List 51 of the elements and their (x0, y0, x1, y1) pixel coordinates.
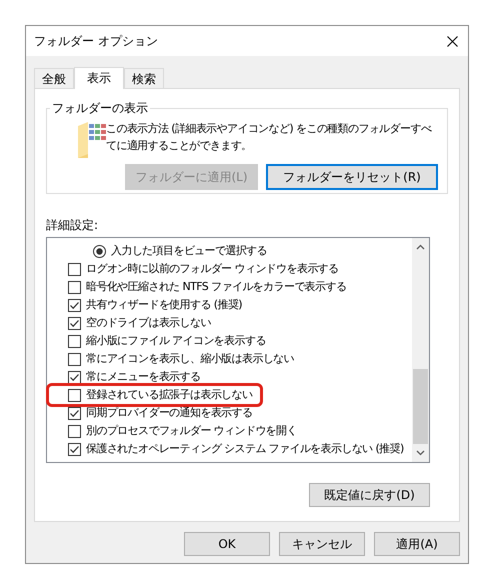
checkbox[interactable] (68, 370, 81, 384)
checkbox[interactable] (68, 334, 81, 348)
checkbox[interactable] (68, 262, 81, 276)
dialog-button[interactable]: OK (184, 532, 270, 556)
item-label: ログオン時に以前のフォルダー ウィンドウを表示する (86, 260, 338, 277)
item-label: 常にアイコンを表示し、縮小版は表示しない (86, 350, 294, 367)
close-icon[interactable] (447, 36, 458, 46)
settings-item[interactable]: 常にメニューを表示する (47, 368, 412, 386)
scroll-thumb[interactable] (413, 369, 428, 444)
item-label: 暗号化や圧縮された NTFS ファイルをカラーで表示する (86, 278, 346, 295)
tab[interactable]: 表示 (74, 67, 124, 89)
tab[interactable]: 全般 (34, 68, 74, 88)
checkbox[interactable] (68, 406, 81, 420)
settings-item[interactable]: 登録されている拡張子は表示しない (49, 386, 260, 404)
item-label: 空のドライブは表示しない (86, 314, 211, 331)
checkbox[interactable] (68, 316, 81, 330)
settings-item[interactable]: ログオン時に以前のフォルダー ウィンドウを表示する (47, 260, 412, 278)
window-title: フォルダー オプション (34, 33, 158, 50)
tab[interactable]: 検索 (124, 68, 164, 88)
item-label: 常にメニューを表示する (86, 368, 200, 385)
settings-item[interactable]: 縮小版にファイル アイコンを表示する (47, 332, 412, 350)
settings-item[interactable]: 常にアイコンを表示し、縮小版は表示しない (47, 350, 412, 368)
checkbox[interactable] (68, 352, 81, 366)
settings-item[interactable]: 暗号化や圧縮された NTFS ファイルをカラーで表示する (47, 278, 412, 296)
item-label: 保護されたオペレーティング システム ファイルを表示しない (推奨) (86, 440, 404, 457)
checkbox[interactable] (68, 298, 81, 312)
description-text: この表示方法 (詳細表示やアイコンなど) をこの種類のフォルダーすべてに適用することができます。 (106, 121, 433, 154)
settings-item[interactable]: 保護されたオペレーティング システム ファイルを表示しない (推奨) (47, 440, 412, 458)
group-title: フォルダーの表示 (52, 101, 148, 115)
item-label: 入力した項目をビューで選択する (111, 242, 268, 259)
item-label: 共有ウィザードを使用する (推奨) (86, 296, 242, 313)
settings-item[interactable]: 同期プロバイダーの通知を表示する (47, 404, 412, 422)
item-label: 別のプロセスでフォルダー ウィンドウを開く (86, 422, 297, 439)
item-label: 同期プロバイダーの通知を表示する (86, 404, 252, 421)
scrollbar[interactable] (412, 238, 429, 462)
folder-button[interactable]: フォルダーをリセット(R) (266, 164, 438, 190)
checkbox[interactable] (68, 280, 81, 294)
restore-defaults-button[interactable]: 既定値に戻す(D) (309, 483, 430, 507)
settings-item[interactable]: 共有ウィザードを使用する (推奨) (47, 296, 412, 314)
radio-button[interactable] (93, 244, 106, 258)
dialog-button[interactable]: 適用(A) (374, 532, 460, 556)
settings-item[interactable]: 別のプロセスでフォルダー ウィンドウを開く (47, 422, 412, 440)
item-label: 登録されている拡張子は表示しない (86, 386, 252, 403)
checkbox[interactable] (68, 424, 81, 438)
checkbox[interactable] (68, 388, 81, 402)
checkbox[interactable] (68, 442, 81, 456)
item-label: 縮小版にファイル アイコンを表示する (86, 332, 266, 349)
dialog-button[interactable]: キャンセル (279, 532, 365, 556)
settings-item[interactable]: 入力した項目をビューで選択する (47, 242, 412, 260)
section-label: 詳細設定: (46, 217, 100, 234)
settings-item[interactable]: 空のドライブは表示しない (47, 314, 412, 332)
